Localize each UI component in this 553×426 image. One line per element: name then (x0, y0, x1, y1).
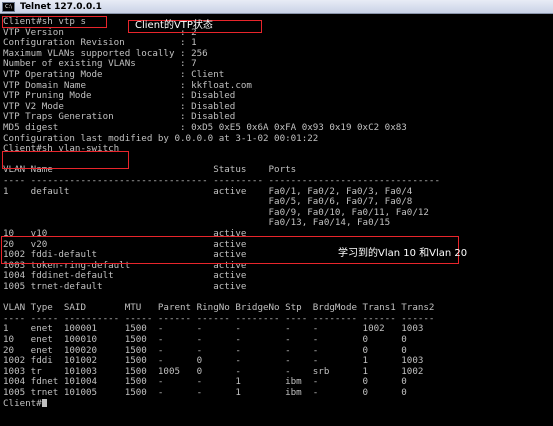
terminal-line: MD5 digest : 0xD5 0xE5 0x6A 0xFA 0x93 0x… (3, 122, 407, 133)
terminal-line: 20 enet 100020 1500 - - - - - 0 0 (3, 344, 407, 356)
terminal-line: 10 enet 100010 1500 - - - - - 0 0 (3, 334, 407, 345)
terminal-line: Configuration Revision : 1 (3, 37, 197, 49)
terminal-line: Client# (3, 398, 47, 410)
terminal-line: VTP Domain Name : kkfloat.com (3, 79, 252, 91)
terminal-line: VTP Operating Mode : Client (3, 69, 225, 80)
terminal-line: Fa0/9, Fa0/10, Fa0/11, Fa0/12 (3, 206, 429, 218)
terminal-line: 1003 tr 101003 1500 1005 0 - - srb 1 100… (3, 365, 424, 377)
terminal-line: Fa0/5, Fa0/6, Fa0/7, Fa0/8 (3, 196, 413, 208)
terminal-line: VTP Pruning Mode : Disabled (3, 90, 236, 102)
terminal-line: 1002 fddi 101002 1500 - 0 - - - 1 1003 (3, 355, 424, 367)
telnet-icon: C:\ (2, 2, 15, 12)
terminal-line: ---- -------------------------------- --… (3, 175, 440, 186)
terminal-output[interactable]: Client# 1005 trnet 101005 1500 - - 1 ibm … (0, 15, 553, 426)
terminal-line: VLAN Type SAID MTU Parent RingNo BridgeN… (3, 302, 435, 314)
window-titlebar[interactable]: C:\ Telnet 127.0.0.1 (0, 0, 553, 14)
terminal-line: 1 enet 100001 1500 - - - - - 1002 1003 (3, 323, 424, 335)
terminal-line: 1005 trnet 101005 1500 - - 1 ibm - 0 0 (3, 387, 407, 398)
terminal-line: Configuration last modified by 0.0.0.0 a… (3, 132, 319, 144)
vlan-switch-command-highlight (2, 151, 129, 169)
window-title: Telnet 127.0.0.1 (20, 2, 102, 12)
terminal-line: 1004 fddinet-default active (3, 270, 247, 282)
terminal-line: VTP Traps Generation : Disabled (3, 111, 236, 123)
learned-vlans-note: 学习到的Vlan 10 和Vlan 20 (338, 248, 468, 259)
vtp-status-note: Client的VTP状态 (135, 20, 213, 31)
terminal-line: Fa0/13, Fa0/14, Fa0/15 (3, 217, 391, 229)
terminal-cursor (41, 398, 47, 407)
terminal-line: 1004 fdnet 101004 1500 - - 1 ibm - 0 0 (3, 376, 407, 388)
vtp-command-highlight (2, 16, 107, 28)
terminal-line: 1005 trnet-default active (3, 281, 247, 292)
terminal-line: VTP V2 Mode : Disabled (3, 100, 236, 112)
terminal-line: ---- ----- ---------- ----- ------ -----… (3, 312, 435, 324)
terminal-line: Maximum VLANs supported locally : 256 (3, 47, 208, 59)
terminal-line: 1 default active Fa0/1, Fa0/2, Fa0/3, Fa… (3, 185, 413, 197)
terminal-line: Number of existing VLANs : 7 (3, 58, 197, 70)
